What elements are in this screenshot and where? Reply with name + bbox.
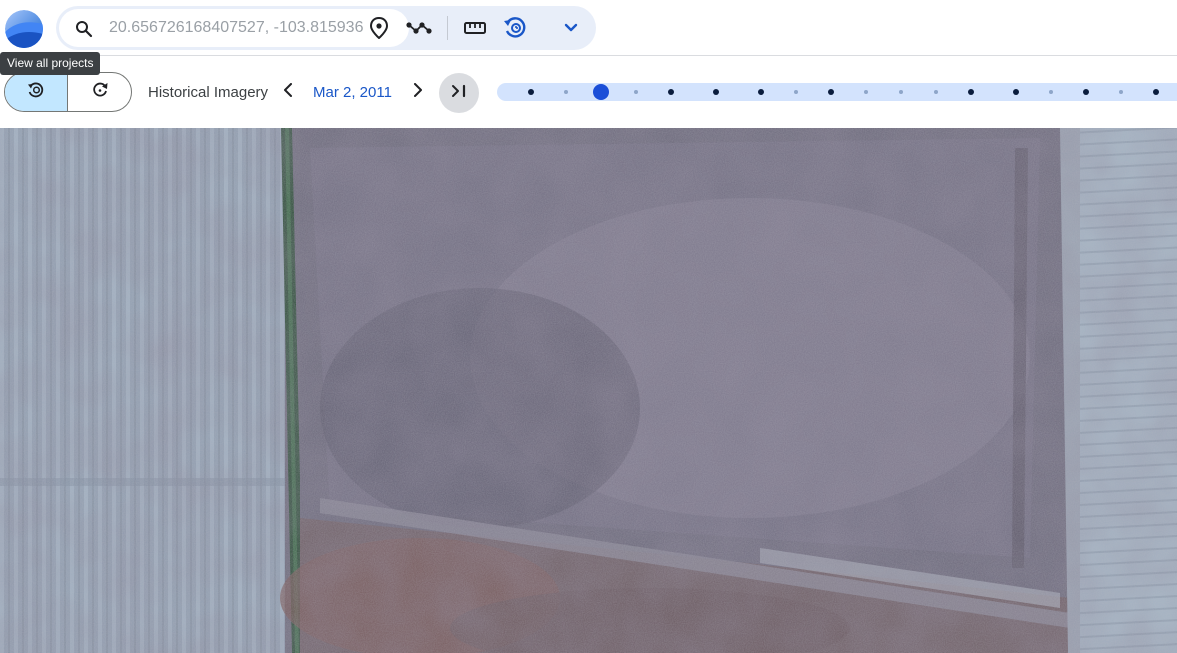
skip-to-end-icon (450, 84, 468, 103)
satellite-map-view[interactable] (0, 128, 1177, 653)
timeline-point[interactable] (899, 90, 903, 94)
chevron-down-icon[interactable] (557, 14, 585, 42)
timeline-point[interactable] (634, 90, 638, 94)
timeline-point[interactable] (828, 89, 834, 95)
path-icon[interactable] (404, 14, 434, 42)
search-input[interactable] (109, 16, 404, 40)
previous-date-button[interactable] (277, 81, 299, 103)
timeline-point[interactable] (864, 90, 868, 94)
timeline-point[interactable] (1013, 89, 1019, 95)
timeline-point[interactable] (1153, 89, 1159, 95)
timeline-point-selected[interactable] (593, 84, 609, 100)
timeline-point[interactable] (564, 90, 568, 94)
timeline-point[interactable] (1119, 90, 1123, 94)
chevron-right-icon (413, 82, 423, 102)
timeline-point[interactable] (1049, 90, 1053, 94)
timeline-point[interactable] (934, 90, 938, 94)
place-pin-icon[interactable] (365, 14, 393, 42)
timeline-point[interactable] (713, 89, 719, 95)
current-mode-button[interactable] (68, 73, 131, 111)
timeline-point[interactable] (794, 90, 798, 94)
chevron-left-icon (283, 82, 293, 102)
historical-imagery-label: Historical Imagery (148, 84, 269, 101)
top-bar (0, 0, 1177, 56)
toolbar-divider (447, 16, 448, 40)
history-mode-button[interactable] (5, 73, 69, 111)
satellite-imagery (0, 128, 1177, 653)
historical-imagery-icon[interactable] (501, 14, 529, 42)
imagery-timeline[interactable]: 2005 2011 2014 2015 2017 2019 2020 2021 … (497, 83, 1177, 140)
timeline-point[interactable] (528, 89, 534, 95)
next-date-button[interactable] (407, 81, 429, 103)
search-field (59, 9, 409, 47)
history-icon (27, 81, 45, 104)
timeline-point[interactable] (1083, 89, 1089, 95)
view-all-projects-tooltip: View all projects (0, 52, 101, 75)
search-icon[interactable] (75, 20, 93, 38)
ruler-icon[interactable] (461, 14, 489, 42)
historical-imagery-bar: Historical Imagery Mar 2, 2011 (0, 57, 1177, 140)
timeline-point[interactable] (668, 89, 674, 95)
google-earth-logo[interactable] (5, 10, 43, 48)
current-imagery-date[interactable]: Mar 2, 2011 (313, 84, 392, 101)
timeline-point[interactable] (758, 89, 764, 95)
timeline-point[interactable] (968, 89, 974, 95)
refresh-icon (91, 81, 109, 104)
imagery-mode-toggle (4, 72, 132, 112)
jump-to-latest-button[interactable] (439, 73, 479, 113)
search-bar (56, 6, 596, 50)
